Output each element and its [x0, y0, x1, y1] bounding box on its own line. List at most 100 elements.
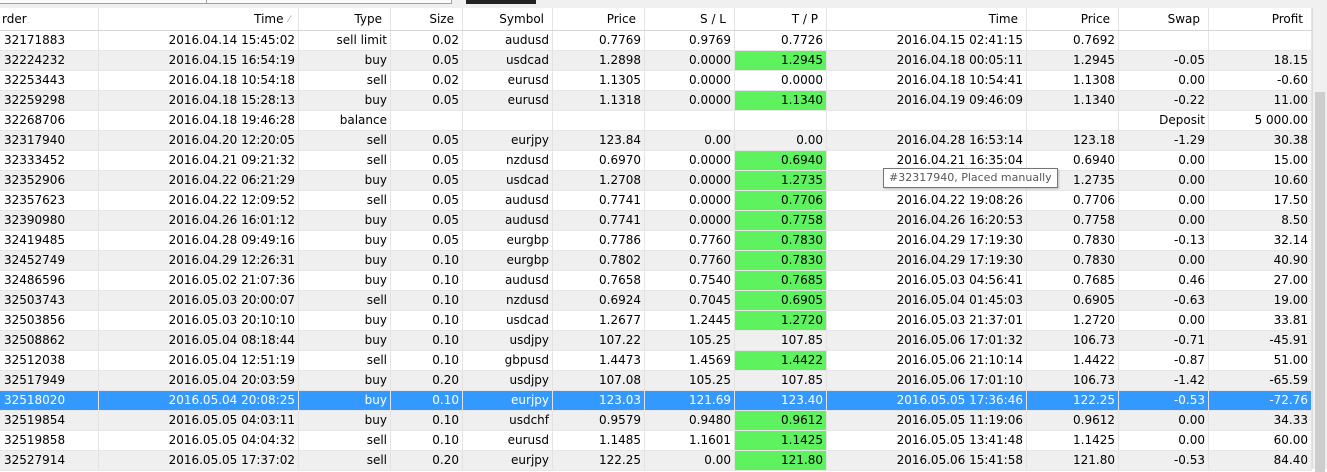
cell-price: 1.1485	[553, 431, 645, 450]
cell-type: buy	[299, 371, 391, 390]
cell-type: buy	[299, 231, 391, 250]
cell-symbol: audusd	[463, 211, 553, 230]
table-row[interactable]: 32419485 2016.04.28 09:49:16 buy 0.05 eurgbp…	[0, 231, 1312, 251]
cell-symbol: nzdusd	[463, 291, 553, 310]
cell-profit: 19.00	[1209, 291, 1312, 310]
cell-swap: -0.05	[1119, 51, 1209, 70]
top-strip	[0, 0, 1327, 8]
table-row[interactable]: 32503856 2016.05.03 20:10:10 buy 0.10 usdcad…	[0, 311, 1312, 331]
cell-close_time: 2016.04.18 10:54:41	[827, 71, 1027, 90]
cell-time: 2016.04.21 09:21:32	[99, 151, 299, 170]
cell-price: 122.25	[553, 451, 645, 470]
top-tab-segment	[0, 0, 208, 4]
cell-price: 1.2677	[553, 311, 645, 330]
cell-profit: 34.33	[1209, 411, 1312, 430]
cell-type: sell	[299, 351, 391, 370]
table-row[interactable]: 32517949 2016.05.04 20:03:59 buy 0.20 usdjpy…	[0, 371, 1312, 391]
cell-close_price: 0.7706	[1027, 191, 1119, 210]
cell-type: sell	[299, 191, 391, 210]
cell-tp: 1.2945	[735, 51, 827, 70]
table-row[interactable]: 32352906 2016.04.22 06:21:29 buy 0.05 usdcad…	[0, 171, 1312, 191]
cell-swap: 0.00	[1119, 411, 1209, 430]
cell-close_price: 0.7758	[1027, 211, 1119, 230]
table-row[interactable]: 32171883 2016.04.14 15:45:02 sell limit 0.0…	[0, 31, 1312, 51]
column-header-size[interactable]: Size	[391, 8, 463, 30]
cell-sl: 1.1601	[645, 431, 735, 450]
cell-time: 2016.05.04 08:18:44	[99, 331, 299, 350]
cell-swap: -0.53	[1119, 451, 1209, 470]
cell-symbol: eurjpy	[463, 451, 553, 470]
table-row[interactable]: 32259298 2016.04.18 15:28:13 buy 0.05 eurusd…	[0, 91, 1312, 111]
cell-close_price: 122.25	[1027, 391, 1119, 410]
cell-profit: -45.91	[1209, 331, 1312, 350]
table-row[interactable]: 32519854 2016.05.05 04:03:11 buy 0.10 usdchf…	[0, 411, 1312, 431]
cell-size: 0.20	[391, 451, 463, 470]
column-header-close_price[interactable]: Price	[1027, 8, 1119, 30]
cell-sl: 121.69	[645, 391, 735, 410]
scrollbar-thumb[interactable]	[1315, 92, 1325, 472]
column-header-price[interactable]: Price	[553, 8, 645, 30]
cell-type: sell limit	[299, 31, 391, 50]
cell-tp: 0.9612	[735, 411, 827, 430]
table-row[interactable]: 32486596 2016.05.02 21:07:36 buy 0.10 audusd…	[0, 271, 1312, 291]
table-row[interactable]: 32519858 2016.05.05 04:04:32 sell 0.10 eurus…	[0, 431, 1312, 451]
cell-close_time: 2016.05.05 11:19:06	[827, 411, 1027, 430]
column-header-tp[interactable]: T / P	[735, 8, 827, 30]
cell-order: 32317940	[0, 131, 99, 150]
cell-price: 123.84	[553, 131, 645, 150]
cell-swap: -0.87	[1119, 351, 1209, 370]
cell-profit: 40.90	[1209, 251, 1312, 270]
column-header-time[interactable]: Time ⁄	[99, 8, 299, 30]
column-header-label: rder	[2, 12, 27, 26]
column-header-label: Price	[606, 12, 636, 26]
cell-close_price: 121.80	[1027, 451, 1119, 470]
cell-sl: 0.00	[645, 451, 735, 470]
cell-symbol: usdcad	[463, 171, 553, 190]
cell-sl: 105.25	[645, 371, 735, 390]
cell-swap: 0.00	[1119, 171, 1209, 190]
vertical-scrollbar[interactable]	[1312, 8, 1327, 472]
cell-symbol: audusd	[463, 271, 553, 290]
cell-sl: 0.9480	[645, 411, 735, 430]
column-header-close_time[interactable]: Time	[827, 8, 1027, 30]
cell-close_price	[1027, 111, 1119, 130]
column-header-order[interactable]: rder	[0, 8, 99, 30]
cell-profit: 30.38	[1209, 131, 1312, 150]
column-header-swap[interactable]: Swap	[1119, 8, 1209, 30]
cell-swap: 0.00	[1119, 431, 1209, 450]
column-header-label: Time	[988, 12, 1018, 26]
column-header-type[interactable]: Type	[299, 8, 391, 30]
cell-tp: 1.1340	[735, 91, 827, 110]
table-row[interactable]: 32268706 2016.04.18 19:46:28 balance Deposi…	[0, 111, 1312, 131]
table-row[interactable]: 32253443 2016.04.18 10:54:18 sell 0.02 eurus…	[0, 71, 1312, 91]
cell-sl: 1.4569	[645, 351, 735, 370]
cell-sl: 105.25	[645, 331, 735, 350]
cell-close_time: 2016.04.18 00:05:11	[827, 51, 1027, 70]
order-tooltip: #32317940, Placed manually	[883, 168, 1058, 188]
table-row[interactable]: 32224232 2016.04.15 16:54:19 buy 0.05 usdcad…	[0, 51, 1312, 71]
column-header-profit[interactable]: Profit	[1209, 8, 1312, 30]
table-row[interactable]: 32527914 2016.05.05 17:37:02 sell 0.20 eurjp…	[0, 451, 1312, 471]
cell-sl: 0.0000	[645, 191, 735, 210]
cell-profit: 84.40	[1209, 451, 1312, 470]
cell-swap: 0.00	[1119, 251, 1209, 270]
column-header-symbol[interactable]: Symbol	[463, 8, 553, 30]
table-row[interactable]: 32512038 2016.05.04 12:51:19 sell 0.10 gbpus…	[0, 351, 1312, 371]
table-row[interactable]: 32503743 2016.05.03 20:00:07 sell 0.10 nzdus…	[0, 291, 1312, 311]
cell-order: 32419485	[0, 231, 99, 250]
table-row[interactable]: 32508862 2016.05.04 08:18:44 buy 0.10 usdjpy…	[0, 331, 1312, 351]
table-row[interactable]: 32452749 2016.04.29 12:26:31 buy 0.10 eurgbp…	[0, 251, 1312, 271]
cell-swap: -0.13	[1119, 231, 1209, 250]
table-row[interactable]: 32333452 2016.04.21 09:21:32 sell 0.05 nzdus…	[0, 151, 1312, 171]
column-header-label: Type	[354, 12, 382, 26]
table-row[interactable]: 32317940 2016.04.20 12:20:05 sell 0.05 eurjp…	[0, 131, 1312, 151]
cell-price: 107.08	[553, 371, 645, 390]
table-row[interactable]: 32390980 2016.04.26 16:01:12 buy 0.05 audusd…	[0, 211, 1312, 231]
table-row[interactable]: 32357623 2016.04.22 12:09:52 sell 0.05 audus…	[0, 191, 1312, 211]
cell-swap: -0.22	[1119, 91, 1209, 110]
table-row-selected[interactable]: 32518020 2016.05.04 20:08:25 buy 0.10 eurjpy…	[0, 391, 1312, 411]
column-header-sl[interactable]: S / L	[645, 8, 735, 30]
cell-type: sell	[299, 71, 391, 90]
cell-time: 2016.04.26 16:01:12	[99, 211, 299, 230]
cell-type: buy	[299, 391, 391, 410]
